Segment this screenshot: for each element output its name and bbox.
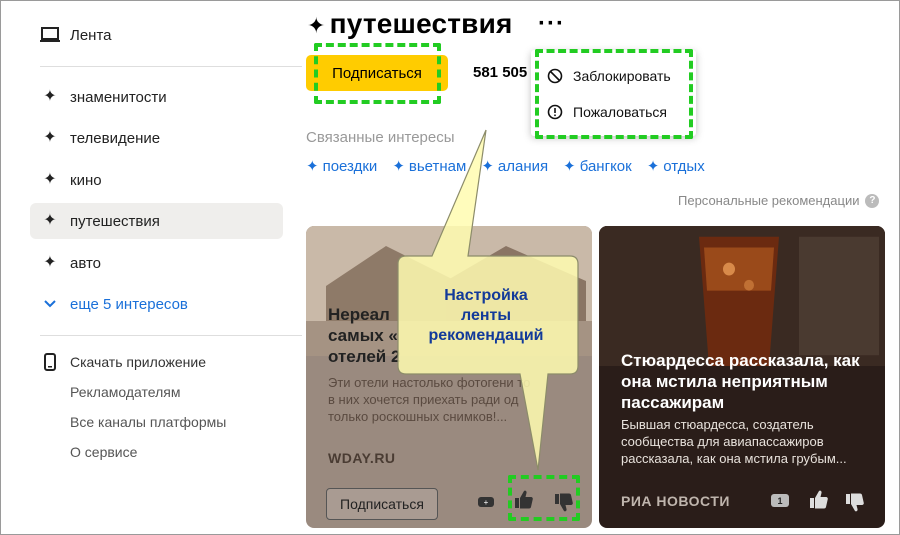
card-title-line: Нереал (328, 305, 390, 324)
tag-alanya[interactable]: ✦ алания (481, 158, 548, 175)
like-count-badge: 1 (771, 494, 789, 507)
highlight-frame (314, 43, 441, 104)
highlight-frame (508, 475, 580, 521)
card-source: WDAY.RU (328, 450, 396, 466)
tag-trips[interactable]: ✦ поездки (306, 158, 377, 175)
card-title-line: самых « (328, 326, 398, 345)
sparkle-icon: ✦ (43, 254, 57, 271)
thumbs-up-icon[interactable] (807, 488, 829, 515)
card-text-line: рассказала, как она мстила грубым... (621, 451, 847, 466)
card-source: РИА НОВОСТИ (621, 493, 730, 509)
question-icon[interactable]: ? (865, 193, 880, 208)
card-title: Нереал самых « отелей 2 (328, 304, 400, 367)
sidebar-item-auto[interactable]: ✦ авто (30, 245, 101, 281)
page-title: ✦ путешествия (307, 8, 513, 40)
tag-label: вьетнам (408, 158, 467, 175)
highlight-frame (535, 49, 693, 139)
link-all-channels[interactable]: Все каналы платформы (70, 414, 226, 430)
sidebar-item-label: путешествия (70, 212, 160, 230)
page-title-text: путешествия (329, 8, 513, 39)
personal-recommendations[interactable]: Персональные рекомендации? (678, 193, 880, 208)
related-interests-label: Связанные интересы (306, 129, 455, 146)
sparkle-icon: ✦ (43, 212, 57, 229)
link-advertisers[interactable]: Рекламодателям (70, 384, 180, 400)
sidebar-item-travel[interactable]: ✦ путешествия (30, 203, 283, 239)
card-text-line: сообщества для авиапассажиров (621, 434, 824, 449)
card-subscribe-button[interactable]: Подписаться (326, 488, 438, 520)
comment-icon[interactable]: + (477, 494, 495, 515)
sidebar-more-interests[interactable]: еще 5 интересов (30, 286, 188, 322)
sparkle-icon: ✦ (481, 158, 494, 175)
sidebar-item-feed[interactable]: Лента (30, 17, 112, 53)
callout-line: ленты (460, 307, 511, 324)
card-text-line: Бывшая стюардесса, создатель (621, 417, 814, 432)
sparkle-icon: ✦ (646, 158, 660, 175)
sidebar-item-label: телевидение (70, 129, 161, 147)
tag-label: отдых (663, 158, 705, 175)
sidebar-download-app[interactable]: Скачать приложение (30, 344, 206, 380)
tag-vietnam[interactable]: ✦ вьетнам (392, 158, 466, 175)
sidebar-item-label: Скачать приложение (70, 354, 207, 370)
card-image (599, 226, 885, 366)
sidebar-item-celebrities[interactable]: ✦ знаменитости (30, 79, 167, 115)
sparkle-icon: ✦ (43, 129, 57, 146)
sparkle-icon: ✦ (307, 13, 326, 38)
divider (40, 66, 302, 67)
card-title-line: пассажирам (621, 393, 725, 412)
card-title-line: Стюардесса рассказала, как (621, 351, 860, 370)
card-title-line: она мстила неприятным (621, 372, 828, 391)
sidebar-item-movies[interactable]: ✦ кино (30, 162, 102, 198)
callout-line: Настройка (444, 287, 528, 304)
phone-icon (30, 353, 70, 371)
tag-bangkok[interactable]: ✦ бангкок (563, 158, 632, 175)
sidebar-item-label: Лента (70, 26, 112, 44)
sparkle-icon: ✦ (43, 171, 57, 188)
tag-label: бангкок (579, 158, 632, 175)
sidebar-item-label: кино (70, 171, 102, 189)
sparkle-icon: ✦ (43, 88, 57, 105)
link-about[interactable]: О сервисе (70, 444, 137, 460)
tag-label: поездки (322, 158, 378, 175)
card-text: Эти отели настолько фотогени то в них хо… (328, 374, 530, 425)
sidebar-item-label: авто (70, 254, 102, 272)
personal-label: Персональные рекомендации (678, 193, 860, 208)
divider (40, 335, 302, 336)
card-text-line: Эти отели настолько фотогени то (328, 375, 531, 390)
sparkle-icon: ✦ (392, 158, 405, 175)
article-card[interactable]: Стюардесса рассказала, как она мстила не… (599, 226, 885, 528)
callout-line: рекомендаций (428, 327, 544, 344)
tag-vacation[interactable]: ✦ отдых (647, 158, 705, 175)
thumbs-down-icon[interactable] (843, 492, 865, 519)
sidebar-item-tv[interactable]: ✦ телевидение (30, 120, 160, 156)
card-title-line: отелей 2 (328, 347, 401, 366)
card-text-line: только роскошных снимков!... (328, 409, 508, 424)
tag-label: алания (497, 158, 549, 175)
sparkle-icon: ✦ (306, 158, 319, 175)
card-title: Стюардесса рассказала, как она мстила не… (621, 350, 860, 413)
sidebar-item-label: знаменитости (70, 88, 167, 106)
card-text-line: в них хочется приехать ради од (328, 392, 519, 407)
more-options-icon[interactable]: ··· (538, 10, 565, 38)
chevron-down-icon (30, 299, 70, 309)
laptop-icon (30, 27, 70, 43)
card-text: Бывшая стюардесса, создатель сообщества … (621, 416, 847, 467)
sparkle-icon: ✦ (563, 158, 576, 175)
sidebar-item-label: еще 5 интересов (70, 295, 188, 313)
related-tags: ✦ поездки ✦ вьетнам ✦ алания ✦ бангкок ✦ отды… (306, 158, 705, 175)
svg-text:+: + (484, 498, 489, 507)
callout-text: Настройка ленты рекомендаций (398, 286, 574, 346)
